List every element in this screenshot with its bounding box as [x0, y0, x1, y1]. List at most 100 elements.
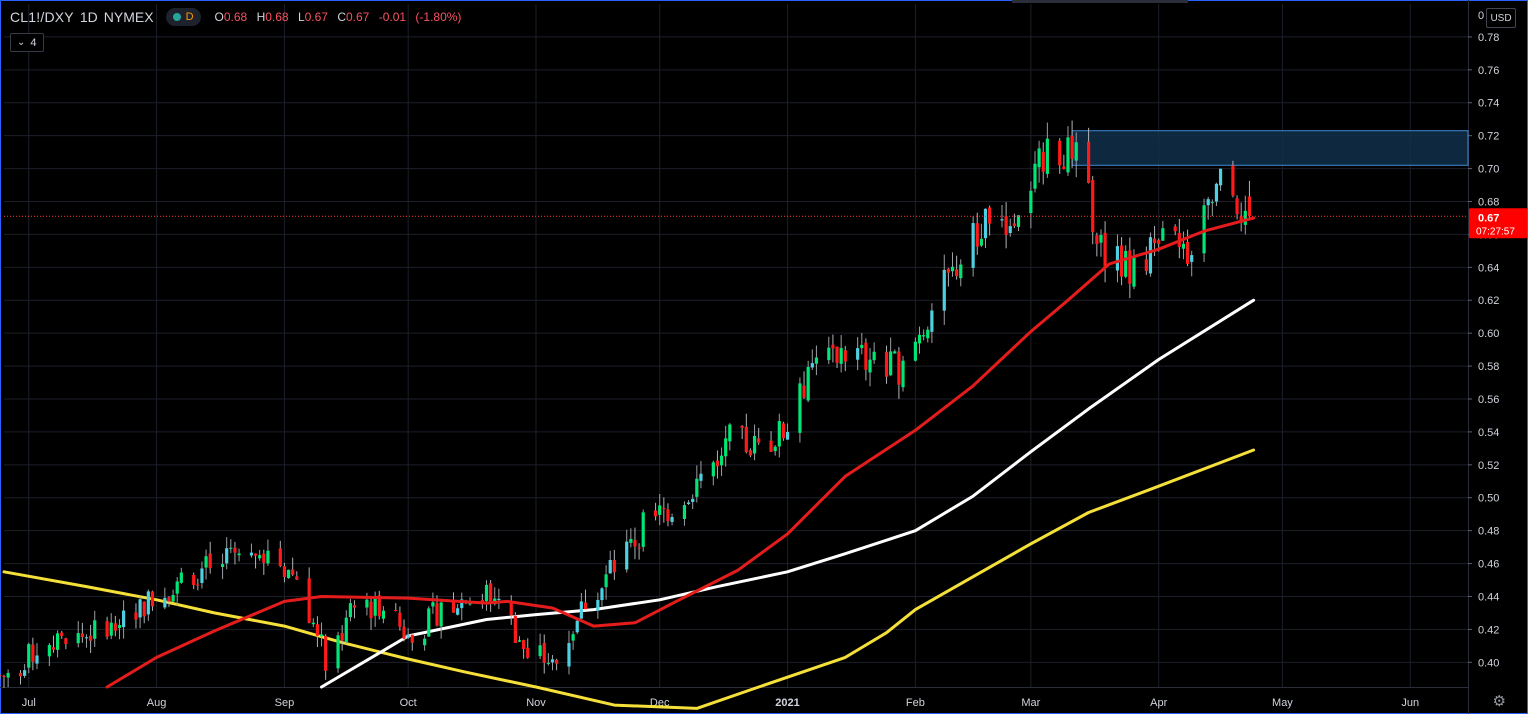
y-tick-label-top: 0	[1478, 10, 1484, 22]
candle-body	[550, 659, 555, 663]
candle-body	[843, 350, 847, 362]
open-value: 0.68	[223, 10, 248, 24]
candle-body	[0, 675, 2, 677]
candle-body	[1161, 228, 1165, 241]
y-tick-label: 0.60	[1478, 328, 1499, 340]
candle-body	[926, 329, 930, 339]
candle-body	[1144, 259, 1148, 272]
delayed-data-letter: D	[185, 11, 194, 23]
candle-body	[872, 351, 876, 361]
candle-body	[1091, 179, 1095, 233]
chart-root[interactable]: 0.40 0.42 0.44 0.46 0.48 0.50 0.52 0.54 0.56 0.58…	[0, 0, 1528, 714]
market-status-pill[interactable]: D	[165, 8, 201, 26]
candle-body	[1181, 243, 1186, 249]
candle-body	[810, 363, 814, 368]
indicators-toggle-button[interactable]: ⌄ 4	[10, 33, 44, 52]
y-tick-label: 0.54	[1478, 427, 1499, 439]
candle-body	[686, 502, 691, 504]
candle-body	[402, 626, 406, 639]
chevron-down-icon: ⌄	[17, 37, 26, 48]
candle-body	[802, 385, 806, 398]
candle-body	[1247, 196, 1252, 217]
candle-body	[262, 553, 266, 563]
y-tick-label: 0.76	[1478, 65, 1499, 77]
candle-body	[633, 540, 637, 547]
y-tick-label: 0.70	[1478, 164, 1499, 176]
candle-body	[204, 556, 208, 568]
candle-body	[142, 601, 146, 617]
candle-body	[282, 566, 287, 578]
candle-body	[542, 643, 546, 663]
candle-body	[1033, 163, 1037, 189]
candle-body	[604, 574, 608, 588]
candle-body	[196, 584, 200, 586]
candle-body	[748, 450, 753, 456]
candle-body	[798, 383, 802, 433]
candle-body	[365, 599, 369, 608]
candle-body	[286, 569, 291, 579]
high-value: 0.68	[265, 10, 289, 24]
x-tick-label: Apr	[1150, 697, 1167, 709]
candle-body	[930, 310, 934, 332]
candle-body	[1008, 226, 1012, 234]
indicator-count: 4	[30, 36, 37, 49]
x-tick-label: 2021	[775, 697, 799, 709]
candle-body	[1045, 138, 1049, 174]
candle-body	[340, 633, 344, 641]
candle-body	[757, 438, 761, 443]
candle-body	[456, 608, 460, 615]
candle-body	[711, 462, 715, 477]
candle-body	[1243, 210, 1247, 225]
candle-body	[959, 264, 963, 279]
candle-body	[324, 635, 328, 671]
candle-body	[752, 435, 757, 454]
candle-body	[439, 602, 443, 627]
candle-body	[311, 622, 315, 625]
candle-body	[220, 564, 225, 567]
settings-gear-icon[interactable]: ⚙	[1493, 692, 1506, 710]
candle-body	[814, 357, 819, 364]
candle-body	[629, 538, 633, 543]
exchange-label: NYMEX	[103, 9, 154, 25]
candle-body	[719, 455, 724, 466]
chart-canvas[interactable]: 0.40 0.42 0.44 0.46 0.48 0.50 0.52 0.54 0.56 0.58…	[0, 0, 1528, 714]
candle-body	[1099, 234, 1103, 243]
candle-body	[369, 601, 373, 619]
currency-button[interactable]: USD	[1486, 8, 1516, 28]
candle-body	[175, 581, 179, 594]
candle-body	[785, 431, 790, 440]
candle-body	[983, 208, 988, 239]
candle-body	[728, 424, 732, 442]
candle-body	[35, 655, 39, 664]
candle-body	[884, 351, 889, 377]
candle-body	[781, 423, 786, 439]
candle-body	[134, 612, 138, 620]
candle-body	[105, 621, 109, 637]
candle-body	[1206, 199, 1210, 206]
change-value: -0.01	[378, 10, 407, 24]
candle-body	[1062, 166, 1066, 170]
candle-body	[31, 644, 35, 662]
candle-body	[517, 640, 522, 642]
symbol-name[interactable]: CL1!/DXY	[10, 9, 74, 25]
candle-body	[658, 505, 662, 515]
open-key: O	[214, 10, 224, 24]
interval-label[interactable]: 1D	[80, 9, 98, 25]
x-tick-label: Sep	[275, 697, 295, 709]
candle-body	[117, 625, 122, 628]
candle-body	[398, 612, 402, 627]
candle-body	[1231, 165, 1235, 196]
candle-body	[691, 498, 695, 502]
candle-body	[538, 645, 542, 657]
candle-body	[744, 426, 748, 453]
candle-body	[1037, 148, 1041, 168]
y-tick-label: 0.72	[1478, 131, 1499, 143]
close-key: C	[337, 10, 346, 24]
candle-body	[258, 555, 262, 559]
candle-body	[1202, 205, 1206, 254]
y-tick-label: 0.68	[1478, 196, 1499, 208]
candle-body	[229, 547, 233, 549]
candle-body	[344, 617, 348, 642]
candle-body	[167, 597, 171, 602]
y-tick-label: 0.48	[1478, 526, 1499, 538]
